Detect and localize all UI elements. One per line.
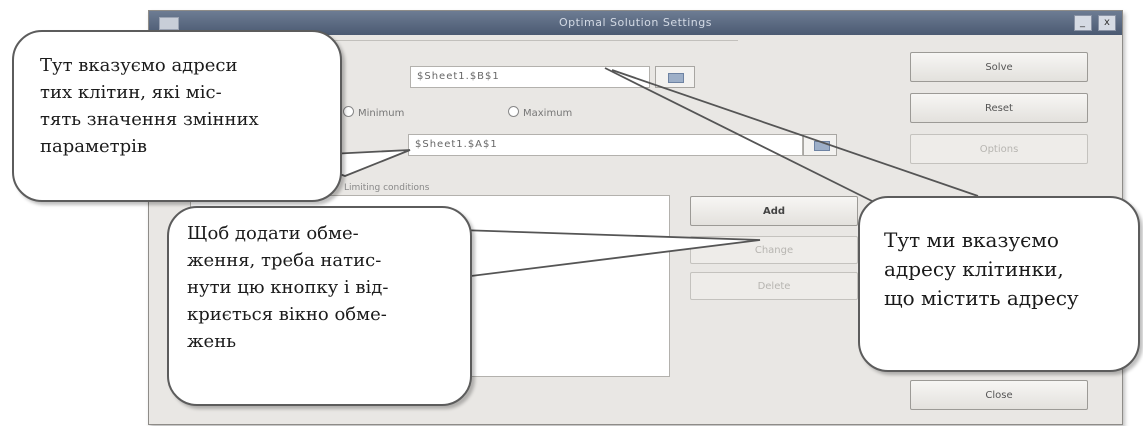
target-cell-field[interactable]: $Sheet1.$B$1 [410, 66, 650, 88]
callout-line: Щоб додати обме- [187, 223, 359, 244]
variable-cells-picker-button[interactable] [803, 134, 837, 156]
option-maximum-radio[interactable]: Maximum [508, 106, 572, 119]
callout-right: Тут ми вказуємо адресу клітинки, що міст… [858, 196, 1140, 372]
target-cell-picker-button[interactable] [655, 66, 695, 88]
close-icon[interactable]: x [1098, 15, 1116, 31]
window-title: Optimal Solution Settings [559, 16, 712, 29]
delete-button[interactable]: Delete [690, 272, 858, 300]
cell-range-picker-icon [814, 141, 830, 151]
callout-bottom-left: Щоб додати обме- ження, треба натис- нут… [167, 206, 472, 406]
option-maximum-label: Maximum [523, 108, 573, 119]
callout-line: тих клітин, які міс- [40, 82, 222, 103]
radio-icon [508, 106, 519, 117]
callout-line: тять значення змінних [40, 109, 259, 130]
option-minimum-radio[interactable]: Minimum [343, 106, 404, 119]
minimize-icon[interactable]: _ [1073, 15, 1092, 31]
callout-line: параметрів [40, 136, 148, 157]
callout-top-left: Тут вказуємо адреси тих клітин, які міс-… [12, 30, 342, 202]
callout-line: ження, треба натис- [187, 250, 382, 271]
callout-line: Тут ми вказуємо [884, 228, 1059, 252]
solve-button[interactable]: Solve [910, 52, 1088, 82]
radio-icon [343, 106, 354, 117]
callout-line: жень [187, 331, 237, 352]
cell-range-picker-icon [668, 73, 684, 83]
callout-line: нути цю кнопку і від- [187, 277, 389, 298]
reset-button[interactable]: Reset [910, 93, 1088, 123]
close-button[interactable]: Close [910, 380, 1088, 410]
callout-line: криється вікно обме- [187, 304, 387, 325]
options-button[interactable]: Options [910, 134, 1088, 164]
change-button[interactable]: Change [690, 236, 858, 264]
add-button[interactable]: Add [690, 196, 858, 226]
callout-line: Тут вказуємо адреси [40, 55, 238, 76]
variable-cells-field[interactable]: $Sheet1.$A$1 [408, 134, 803, 156]
callout-line: що містить адресу [884, 286, 1079, 310]
callout-line: адресу клітинки, [884, 257, 1064, 281]
limiting-conditions-label: Limiting conditions [344, 183, 430, 193]
option-minimum-label: Minimum [358, 108, 405, 119]
